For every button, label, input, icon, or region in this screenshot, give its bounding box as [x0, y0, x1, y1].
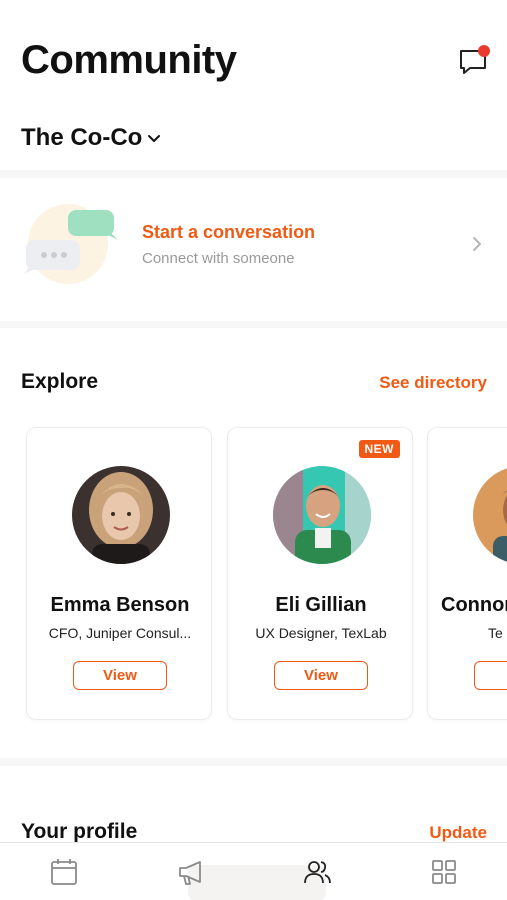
page-title: Community	[21, 38, 237, 82]
avatar	[273, 466, 371, 564]
chevron-right-icon	[473, 237, 481, 251]
person-name: Connor	[441, 594, 507, 616]
avatar	[473, 466, 507, 564]
person-name: Emma Benson	[50, 594, 190, 616]
person-photo-icon	[72, 466, 170, 564]
explore-title: Explore	[21, 370, 99, 393]
person-role: UX Designer, TexLab	[255, 625, 387, 641]
chevron-down-icon	[148, 135, 161, 142]
person-card[interactable]: NEW Eli Gillian UX Designer, TexLab View	[227, 427, 413, 720]
conversation-title: Start a conversation	[142, 222, 316, 242]
megaphone-icon	[179, 861, 201, 885]
grid-icon	[432, 860, 456, 884]
community-name: The Co-Co	[21, 124, 143, 151]
person-name: Eli Gillian	[275, 594, 367, 616]
conversation-illustration-icon	[24, 204, 118, 284]
people-icon	[304, 861, 331, 884]
start-conversation-card[interactable]: Start a conversation Connect with someon…	[0, 178, 507, 321]
tab-bar	[0, 842, 507, 900]
notification-dot	[478, 45, 490, 57]
calendar-icon	[51, 859, 77, 885]
person-photo-icon	[473, 466, 507, 564]
profile-title: Your profile	[21, 820, 138, 843]
view-profile-button[interactable]: V	[474, 661, 507, 690]
tab-announcements[interactable]	[175, 857, 207, 887]
tab-calendar[interactable]	[48, 857, 80, 887]
person-role: CFO, Juniper Consul...	[48, 625, 192, 641]
header: Community The Co-Co	[0, 0, 507, 170]
person-card[interactable]: Emma Benson CFO, Juniper Consul... View	[26, 427, 212, 720]
new-badge: NEW	[358, 440, 400, 458]
person-card[interactable]: Connor Te V	[427, 427, 507, 720]
explore-section: Explore See directory Emma Benson CFO, J…	[0, 328, 507, 758]
view-profile-button[interactable]: View	[274, 661, 368, 690]
tab-community[interactable]	[301, 857, 333, 887]
update-profile-link[interactable]: Update	[429, 823, 487, 843]
community-selector[interactable]: The Co-Co	[21, 124, 162, 152]
view-profile-button[interactable]: View	[73, 661, 167, 690]
tab-more[interactable]	[428, 857, 460, 887]
avatar	[72, 466, 170, 564]
person-role: Te	[488, 625, 503, 641]
see-directory-link[interactable]: See directory	[379, 373, 487, 393]
conversation-subtitle: Connect with someone	[142, 250, 295, 267]
person-photo-icon	[273, 466, 371, 564]
